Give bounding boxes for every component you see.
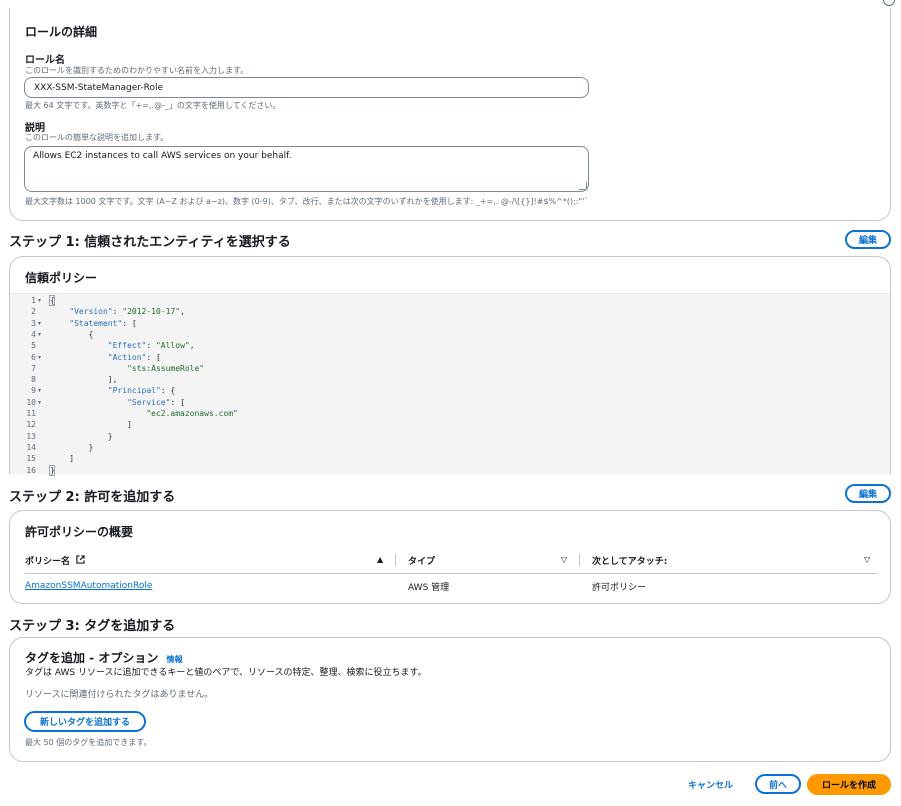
permissions-summary-title: 許可ポリシーの概要 (25, 525, 134, 539)
code-line-number: 2 (31, 307, 36, 317)
column-separator (395, 554, 396, 566)
external-link-icon (76, 555, 85, 567)
fold-toggle-icon[interactable]: ▾ (38, 295, 44, 306)
role-name-hint: このロールを識別するためのわかりやすい名前を入力します。 (25, 66, 249, 75)
trust-policy-title: 信頼ポリシー (25, 271, 98, 285)
no-tags-message: リソースに関連付けられたタグはありません。 (25, 690, 214, 700)
code-line-number: 7 (31, 363, 36, 373)
column-header-policy-name[interactable]: ポリシー名 (25, 554, 85, 567)
tag-limit-hint: 最大 50 個のタグを追加できます。 (25, 738, 152, 747)
fold-toggle-icon[interactable]: ▾ (38, 318, 44, 329)
code-line-number: 1 (31, 296, 36, 305)
info-link[interactable]: 情報 (167, 655, 183, 664)
step1-edit-button[interactable]: 編集 (845, 230, 891, 249)
column-header-policy-name-label: ポリシー名 (25, 557, 71, 567)
code-line: "Principal": { (107, 386, 176, 396)
tags-title-text: タグを追加 - オプション (25, 651, 159, 665)
tags-card: タグを追加 - オプション 情報 タグは AWS リソースに追加できるキーと値の… (9, 637, 891, 762)
role-details-title: ロールの詳細 (25, 25, 98, 39)
code-line: ] (50, 454, 75, 464)
tags-title: タグを追加 - オプション 情報 (25, 649, 183, 666)
fold-toggle-icon[interactable]: ▾ (38, 397, 44, 408)
code-line: ], (50, 375, 118, 385)
code-line: "sts:AssumeRole" (127, 363, 205, 373)
code-line-number: 16 (26, 465, 36, 475)
fold-toggle-icon[interactable]: ▾ (38, 329, 44, 340)
code-line-number: 13 (26, 431, 36, 441)
fold-toggle-icon[interactable]: ▾ (38, 352, 44, 363)
previous-button[interactable]: 前へ (755, 774, 801, 794)
table-header-divider (25, 573, 877, 574)
code-line: } (50, 431, 113, 441)
bracket-match-highlight (49, 295, 55, 306)
code-line-number: 15 (26, 454, 36, 464)
code-line-number: 3 (31, 318, 36, 328)
policy-attached-as-cell: 許可ポリシー (592, 583, 647, 593)
step3-title: ステップ 3: タグを追加する (9, 619, 176, 634)
add-new-tag-button[interactable]: 新しいタグを追加する (24, 711, 146, 732)
fold-toggle-icon[interactable]: ▾ (38, 385, 44, 396)
permissions-summary-card: 許可ポリシーの概要 ポリシー名 ▲ タイプ ▽ 次としてアタッチ: ▽ Amaz… (9, 510, 891, 604)
role-name-input[interactable]: XXX-SSM-StateManager-Role (24, 77, 589, 98)
code-line: "Effect": "Allow", (107, 341, 195, 351)
bracket-match-highlight (49, 464, 55, 476)
step1-title: ステップ 1: 信頼されたエンティティを選択する (9, 235, 291, 250)
code-line: "Action": [ (107, 352, 161, 362)
column-header-attached-as[interactable]: 次としてアタッチ: (592, 554, 667, 567)
code-line-number: 11 (26, 409, 36, 418)
code-line-number: 8 (31, 375, 36, 385)
policy-type-cell: AWS 管理 (408, 583, 450, 593)
sort-ascending-icon[interactable]: ▲ (377, 555, 383, 564)
step2-edit-button[interactable]: 編集 (845, 484, 891, 503)
sort-toggle-icon[interactable]: ▽ (864, 555, 870, 564)
column-separator (579, 554, 580, 566)
column-header-type[interactable]: タイプ (408, 554, 435, 567)
description-hint: このロールの簡単な説明を追加します。 (25, 133, 169, 142)
cancel-button[interactable]: キャンセル (688, 778, 733, 791)
sort-toggle-icon[interactable]: ▽ (561, 555, 567, 564)
tags-description: タグは AWS リソースに追加できるキーと値のペアで、リソースの特定、整理、検索… (25, 668, 427, 678)
code-line: "ec2.amazonaws.com" (146, 409, 238, 418)
code-line-number: 4 (31, 329, 36, 339)
code-line: "Version": "2012-10-17", (69, 307, 185, 317)
code-line: } (50, 442, 94, 452)
code-line: "Service": [ (127, 397, 185, 407)
code-line: ] (50, 420, 132, 430)
step2-title: ステップ 2: 許可を追加する (9, 490, 176, 505)
code-line: { (50, 329, 94, 339)
code-line: "Statement": [ (69, 318, 137, 328)
code-line-number: 5 (31, 341, 36, 351)
trust-policy-code-editor[interactable]: 1 ▾{2 "Version": "2012-10-17", 3 ▾ "Stateme… (10, 293, 890, 476)
textarea-resize-handle[interactable] (579, 182, 587, 190)
role-name-constraint: 最大 64 文字です。英数字と「+=,.@-_」の文字を使用してください。 (25, 101, 281, 110)
help-icon[interactable] (883, 0, 895, 6)
code-line-number: 14 (26, 442, 36, 452)
policy-link-amazon-ssm-automation-role[interactable]: AmazonSSMAutomationRole (25, 581, 152, 591)
description-textarea[interactable]: Allows EC2 instances to call AWS service… (24, 146, 589, 192)
code-line-number: 6 (31, 352, 36, 362)
role-name-label: ロール名 (25, 55, 65, 66)
code-line-number: 9 (31, 386, 36, 396)
code-line-number: 10 (26, 397, 36, 407)
description-constraint: 最大文字数は 1000 文字です。文字 (A~Z および a~z)、数字 (0-… (25, 197, 589, 206)
code-line-number: 12 (26, 420, 36, 430)
create-role-button[interactable]: ロールを作成 (807, 774, 891, 795)
